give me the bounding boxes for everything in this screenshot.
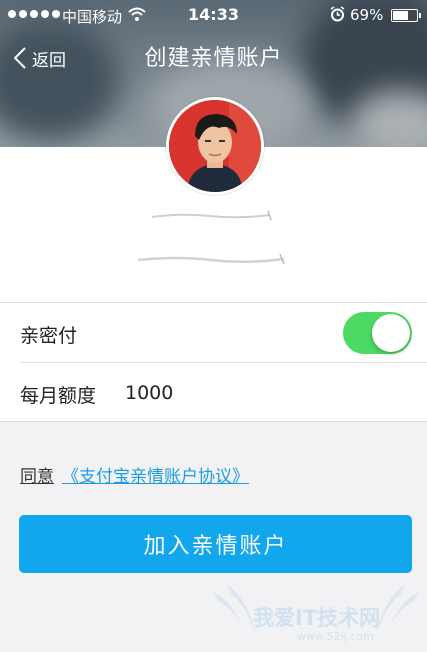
watermark-text: 我爱IT技术网 xyxy=(253,606,381,630)
alarm-icon xyxy=(330,6,345,22)
monthly-quota-row[interactable]: 每月额度 1000 xyxy=(0,363,427,422)
battery-percent: 69% xyxy=(350,6,384,24)
page-title: 创建亲情账户 xyxy=(144,46,283,71)
intimate-pay-toggle[interactable] xyxy=(343,312,412,354)
monthly-quota-value[interactable]: 1000 xyxy=(125,382,173,404)
avatar xyxy=(166,97,264,195)
settings-list: 亲密付 每月额度 1000 xyxy=(0,302,427,422)
battery-icon xyxy=(391,9,421,22)
agree-label: 同意 xyxy=(20,467,54,487)
agreement-link[interactable]: 《支付宝亲情账户协议》 xyxy=(62,467,249,487)
watermark-logo: 我爱IT技术网 www.52ij.com xyxy=(205,572,427,652)
join-family-account-button[interactable]: 加入亲情账户 xyxy=(19,515,412,573)
agreement-line: 同意 《支付宝亲情账户协议》 xyxy=(20,462,249,487)
redacted-name xyxy=(151,210,272,221)
monthly-quota-label: 每月额度 xyxy=(20,385,97,407)
intimate-pay-row: 亲密付 xyxy=(0,303,427,363)
status-bar: 中国移动 14:33 69% xyxy=(0,0,427,30)
watermark-url: www.52ij.com xyxy=(297,630,374,643)
intimate-pay-label: 亲密付 xyxy=(20,325,78,347)
avatar-photo xyxy=(169,100,261,192)
redacted-account xyxy=(137,253,285,265)
toggle-knob xyxy=(372,314,410,352)
